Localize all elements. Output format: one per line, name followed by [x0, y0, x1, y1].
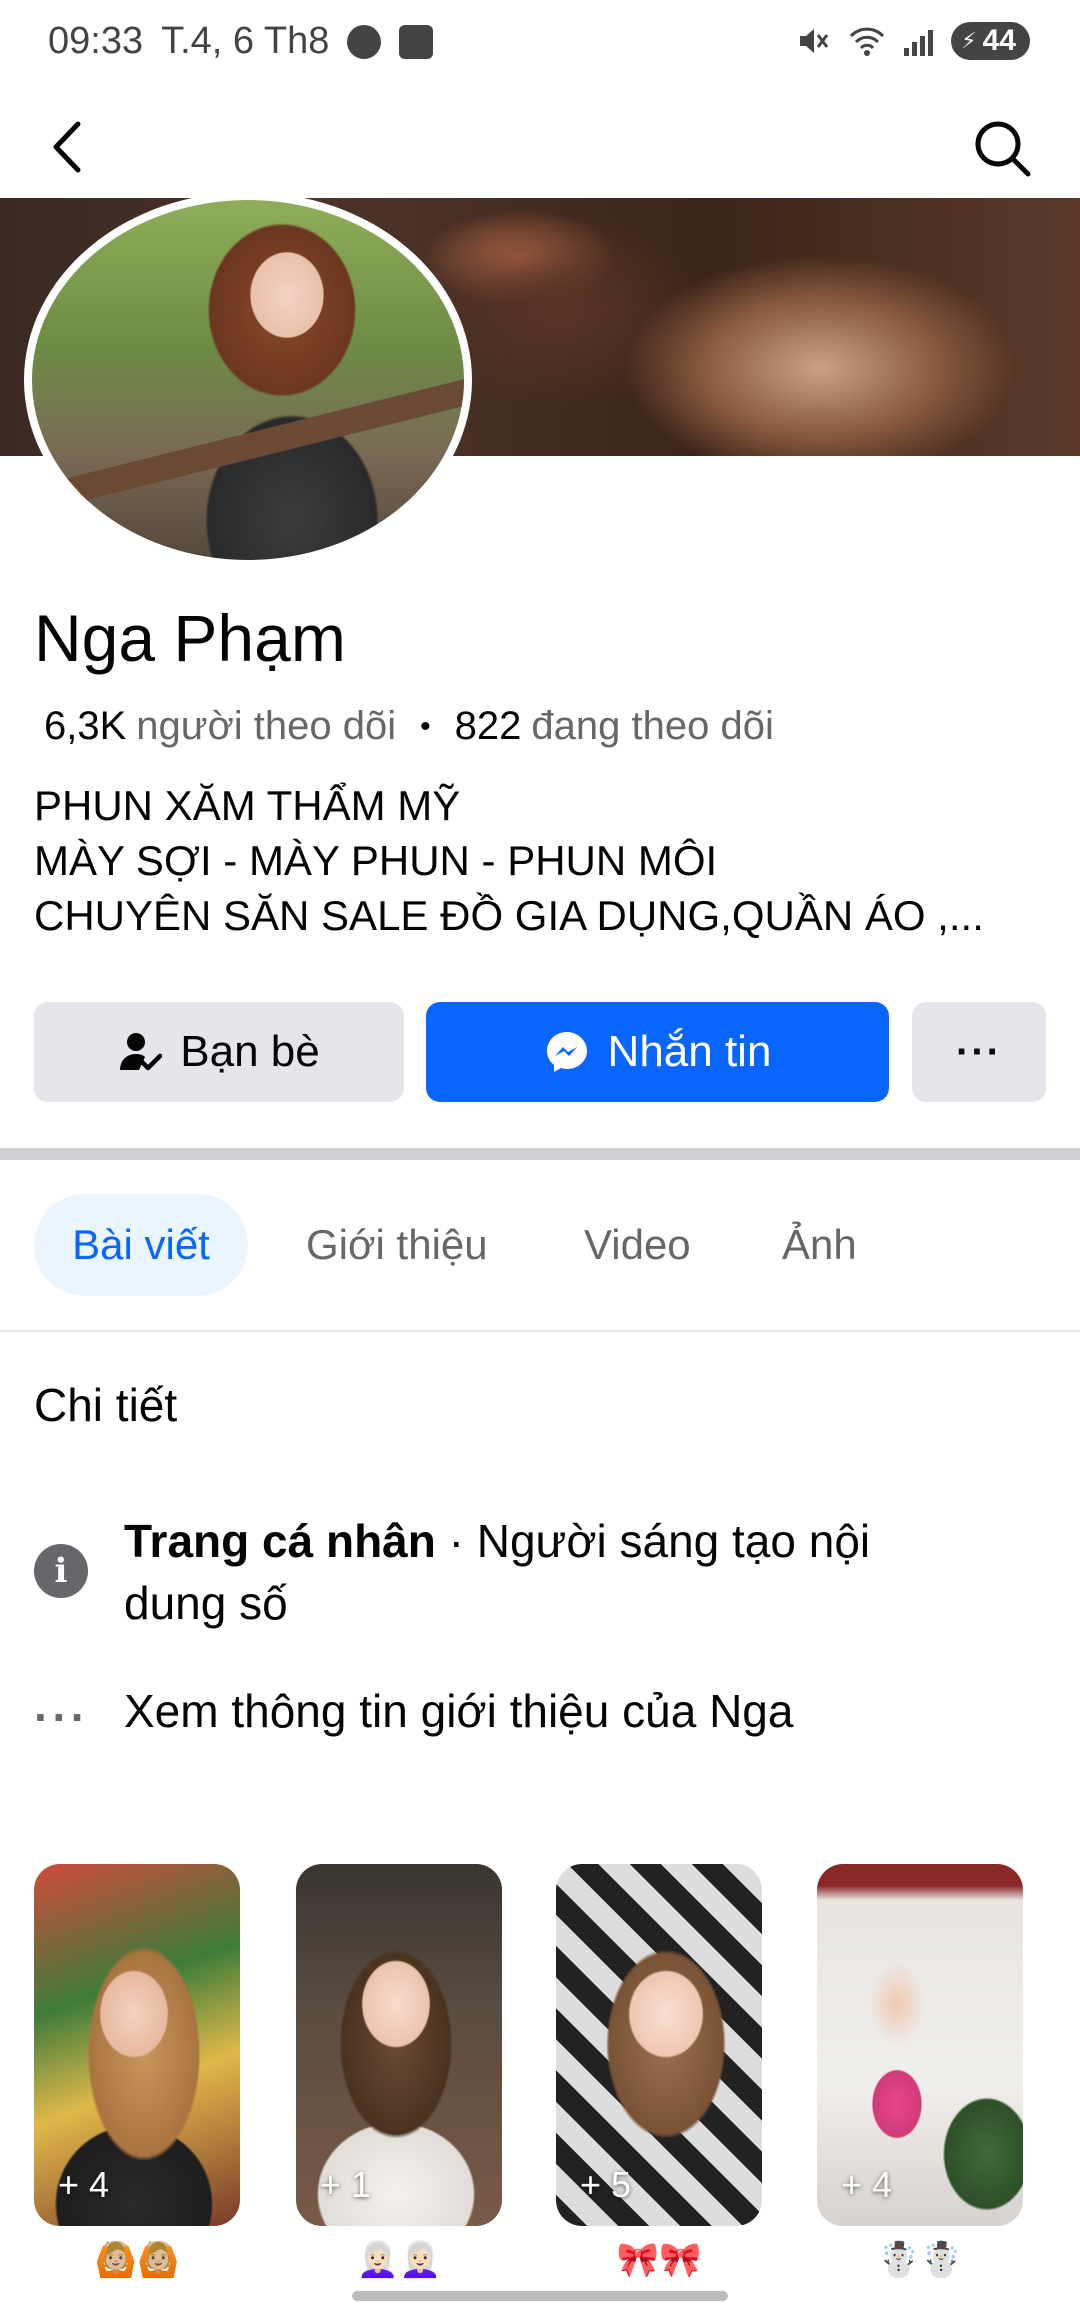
- story-highlight[interactable]: + 1: [296, 1864, 502, 2226]
- tabs-divider: [0, 1330, 1080, 1332]
- status-left: 09:33 T.4, 6 Th8: [48, 20, 434, 63]
- top-nav: [0, 98, 1080, 198]
- tab-label: Video: [584, 1221, 691, 1268]
- followers-label[interactable]: người theo dõi: [136, 704, 396, 749]
- tab-photos[interactable]: Ảnh: [782, 1194, 857, 1296]
- tab-posts[interactable]: Bài viết: [34, 1194, 248, 1296]
- tab-about[interactable]: Giới thiệu: [306, 1194, 488, 1296]
- signal-icon: [904, 26, 934, 56]
- following-count[interactable]: 822: [455, 704, 522, 749]
- bio-line: MÀY SỢI - MÀY PHUN - PHUN MÔI: [34, 837, 718, 884]
- wifi-icon: [850, 27, 885, 56]
- story-highlight[interactable]: + 4: [817, 1864, 1023, 2226]
- tab-videos[interactable]: Video: [584, 1194, 691, 1296]
- page-type-info: Trang cá nhân · Người sáng tạo nội dung …: [124, 1510, 964, 1634]
- shopee-icon: [399, 24, 434, 59]
- search-icon[interactable]: [970, 112, 1036, 182]
- status-right: ⚡ 44: [796, 22, 1030, 60]
- messenger-icon: [546, 1032, 587, 1072]
- following-label[interactable]: đang theo dõi: [531, 704, 773, 749]
- tab-label: Giới thiệu: [306, 1221, 488, 1268]
- home-indicator[interactable]: [352, 2291, 728, 2301]
- back-arrow-icon[interactable]: [40, 112, 100, 182]
- follow-stats: 6,3K người theo dõi • 822 đang theo dõi: [44, 704, 774, 749]
- details-title: Chi tiết: [34, 1379, 178, 1431]
- more-options-button[interactable]: ···: [912, 1002, 1046, 1102]
- bio-line: CHUYÊN SĂN SALE ĐỒ GIA DỤNG,QUẦN ÁO ,...: [34, 892, 984, 939]
- followers-count[interactable]: 6,3K: [44, 704, 126, 749]
- see-about-link[interactable]: Xem thông tin giới thiệu của Nga: [124, 1684, 793, 1738]
- story-highlight[interactable]: + 5: [556, 1864, 762, 2226]
- profile-bio: PHUN XĂM THẨM MỸ MÀY SỢI - MÀY PHUN - PH…: [34, 778, 984, 943]
- more-dots-icon: ···: [34, 1691, 89, 1743]
- status-bar: 09:33 T.4, 6 Th8 ⚡ 44: [0, 0, 1080, 90]
- info-icon: i: [34, 1544, 88, 1598]
- highlight-caption: 👩🏻‍🦳👩🏻‍🦳: [356, 2241, 442, 2279]
- battery-level: 44: [982, 24, 1016, 57]
- highlight-count: + 4: [58, 2164, 110, 2205]
- mute-icon: [800, 29, 829, 53]
- highlight-count: + 1: [320, 2164, 372, 2205]
- tab-label: Ảnh: [782, 1221, 857, 1268]
- highlight-count: + 5: [580, 2164, 632, 2205]
- friends-button[interactable]: Bạn bè: [34, 1002, 404, 1102]
- battery-icon: ⚡ 44: [951, 22, 1030, 60]
- message-button[interactable]: Nhắn tin: [426, 1002, 889, 1102]
- profile-avatar[interactable]: [24, 192, 472, 568]
- profile-name: Nga Phạm: [34, 601, 346, 675]
- status-date: T.4, 6 Th8: [161, 20, 330, 62]
- friend-check-icon: [120, 1033, 163, 1071]
- status-time: 09:33: [48, 20, 144, 62]
- highlight-caption: 🙆🏼🙆🏼: [94, 2241, 180, 2279]
- messenger-icon: [347, 24, 382, 59]
- more-options-label: ···: [956, 1029, 1002, 1074]
- separator-dot: •: [420, 709, 431, 743]
- page-type-strong: Trang cá nhân: [124, 1515, 436, 1567]
- tab-label: Bài viết: [72, 1221, 210, 1268]
- message-button-label: Nhắn tin: [607, 1027, 772, 1076]
- section-divider: [0, 1148, 1080, 1160]
- highlight-caption: 🎀🎀: [616, 2241, 702, 2279]
- story-highlight[interactable]: + 4: [34, 1864, 240, 2226]
- friends-button-label: Bạn bè: [180, 1027, 320, 1076]
- bio-line: PHUN XĂM THẨM MỸ: [34, 782, 461, 829]
- highlight-caption: ☃️☃️: [877, 2241, 963, 2279]
- highlight-count: + 4: [841, 2164, 893, 2205]
